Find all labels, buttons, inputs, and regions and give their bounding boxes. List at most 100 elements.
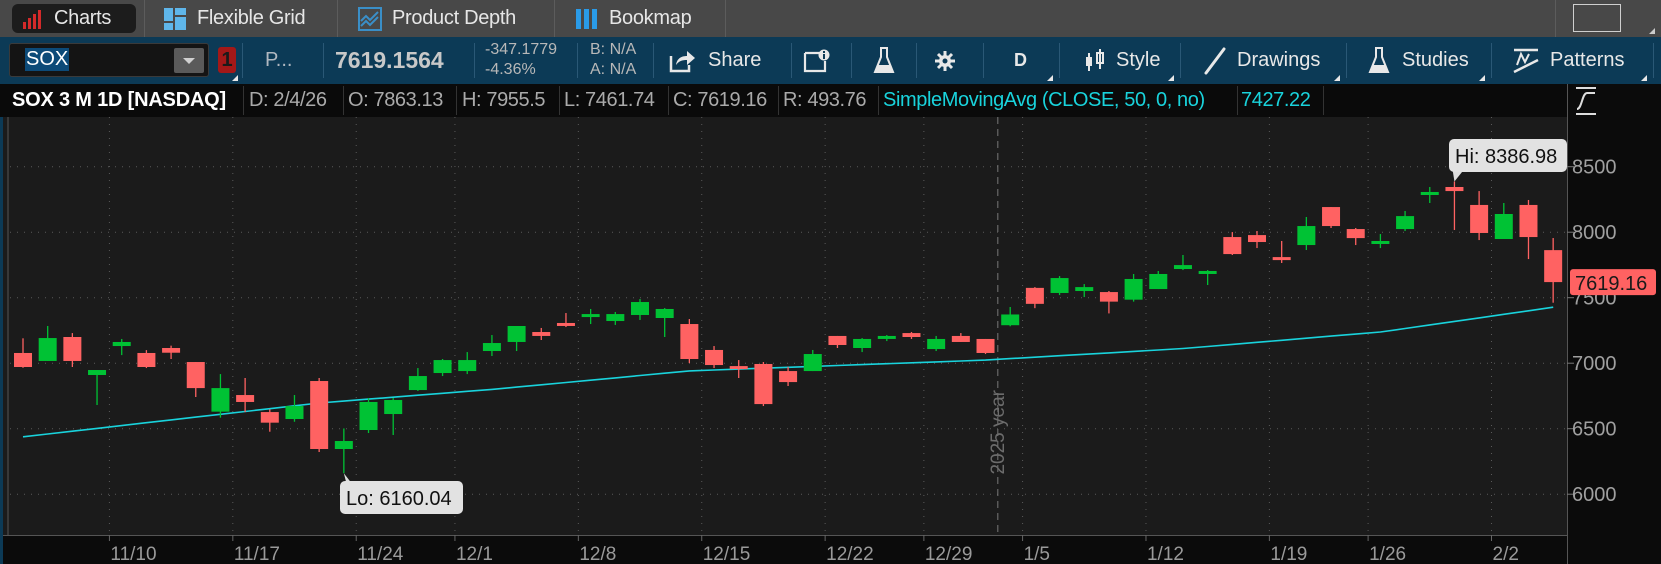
symbol-input[interactable]: SOX: [9, 43, 209, 77]
chevron-down-icon: [183, 58, 195, 64]
candle-body: [408, 376, 427, 391]
x-tick-label: 12/8: [579, 544, 616, 564]
bar-range: R: 493.76: [783, 89, 867, 111]
gear-icon: [935, 50, 955, 71]
candle-body: [334, 441, 353, 450]
candle-body: [1519, 204, 1538, 238]
share-icon: [669, 50, 695, 72]
studies-label: Studies: [1402, 49, 1469, 71]
candle-body: [532, 332, 551, 336]
candle: [680, 319, 699, 364]
x-tick-label: 1/19: [1270, 544, 1307, 564]
x-tick-label: 1/12: [1147, 544, 1184, 564]
depth-icon: [358, 6, 382, 31]
bar-open: O: 7863.13: [348, 89, 443, 111]
candle-body: [951, 335, 970, 342]
candle-body: [211, 388, 230, 412]
x-tick-label: 12/29: [925, 544, 973, 564]
link-group-badge[interactable]: 1: [218, 47, 236, 73]
share-button[interactable]: Share: [668, 37, 761, 84]
candle-body: [310, 381, 329, 450]
candle-body: [1223, 237, 1242, 255]
bar-close: C: 7619.16: [673, 89, 767, 111]
candle-body: [1297, 226, 1316, 246]
candle-body: [137, 352, 156, 367]
tab-label: Charts: [54, 7, 112, 29]
layout-button[interactable]: [1573, 4, 1621, 32]
x-tick-label: 12/1: [456, 544, 493, 564]
dropdown-corner-icon: [1047, 75, 1053, 81]
candle-body: [705, 349, 724, 366]
candle-body: [1001, 314, 1020, 326]
price-change: -347.1779 -4.36%: [485, 40, 557, 80]
dropdown-corner-icon: [1168, 75, 1174, 81]
left-edge-strip: [0, 117, 3, 564]
study-label[interactable]: SimpleMovingAvg (CLOSE, 50, 0, no): [883, 84, 1205, 117]
symbol-dropdown-button[interactable]: [174, 48, 204, 73]
last-price: 7619.1564: [335, 47, 444, 73]
callout-text: Lo: 6160.04: [346, 488, 452, 510]
candlestick-chart[interactable]: 85008000750070006500600011/10 11/17 11/24 1…: [0, 117, 1661, 564]
x-tick-label: 12/22: [826, 544, 874, 564]
candle-body: [507, 325, 526, 342]
y-tick-label: 6000: [1572, 484, 1617, 506]
ask: A: N/A: [590, 61, 637, 78]
tab-flexible-grid[interactable]: Flexible Grid: [163, 0, 306, 37]
candle-body: [1420, 191, 1439, 195]
settings-button[interactable]: [934, 37, 956, 84]
dropdown-corner-icon: [1649, 28, 1655, 34]
candle-body: [1322, 207, 1341, 227]
candle-body: [236, 395, 255, 402]
dropdown-corner-icon: [1641, 75, 1647, 81]
style-button[interactable]: Style: [1084, 37, 1160, 84]
bid-ask: B: N/A A: N/A: [590, 40, 636, 80]
candle-body: [433, 360, 452, 374]
percent-change: -4.36%: [485, 61, 536, 78]
candle-body: [1124, 278, 1143, 300]
callout-text: Hi: 8386.98: [1455, 146, 1557, 168]
studies-button[interactable]: Studies: [1368, 37, 1469, 84]
timeframe-button[interactable]: D: [1014, 37, 1027, 84]
candle-body: [1396, 216, 1415, 230]
candle-body: [359, 401, 378, 431]
patterns-icon: [1513, 48, 1539, 73]
dropdown-corner-icon: [232, 75, 238, 81]
bar-high: H: 7955.5: [462, 89, 546, 111]
candle-body: [927, 338, 946, 350]
candle-body: [828, 335, 847, 345]
candle-body: [729, 366, 748, 370]
tab-bookmap[interactable]: Bookmap: [575, 0, 692, 37]
tab-product-depth[interactable]: Product Depth: [358, 0, 516, 37]
candle-body: [162, 348, 181, 353]
drawings-button[interactable]: Drawings: [1203, 37, 1320, 84]
candle-body: [1470, 204, 1489, 233]
year-marker-label: 2025 year: [988, 389, 1009, 474]
x-tick-label: 11/10: [110, 544, 156, 564]
patterns-button[interactable]: Patterns: [1512, 37, 1624, 84]
candle-body: [1173, 265, 1192, 270]
tab-charts[interactable]: Charts: [12, 4, 136, 33]
candle: [754, 362, 773, 407]
candle-style-icon: [1086, 48, 1104, 71]
chart-title: SOX 3 M 1D [NASDAQ]: [12, 89, 227, 111]
candle-body: [754, 363, 773, 405]
candle-body: [680, 324, 699, 360]
y-tick-label: 8500: [1572, 157, 1617, 179]
candle-body: [1371, 240, 1390, 244]
bid: B: N/A: [590, 41, 637, 58]
candle-body: [1544, 250, 1563, 283]
tab-label: Bookmap: [609, 7, 692, 29]
candle-body: [384, 400, 403, 415]
candle-body: [803, 354, 822, 372]
bar-low: L: 7461.74: [564, 89, 655, 111]
y-tick-label: 6500: [1572, 419, 1617, 441]
flask-button[interactable]: [873, 37, 895, 84]
dropdown-corner-icon: [1334, 75, 1340, 81]
candle-body: [655, 308, 674, 319]
patterns-label: Patterns: [1550, 49, 1625, 71]
info-button[interactable]: [803, 37, 831, 84]
candle-body: [976, 338, 995, 353]
candle-body: [88, 370, 107, 375]
candle-body: [38, 338, 57, 361]
auto-scale-icon[interactable]: [1574, 86, 1604, 116]
